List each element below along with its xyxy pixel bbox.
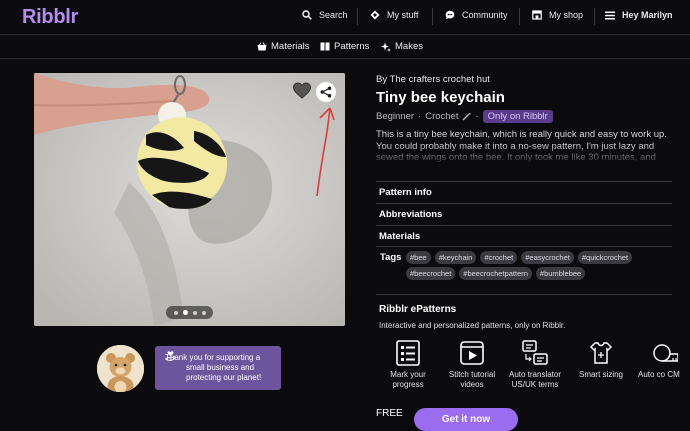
feature-auto-translator: Auto translator US/UK terms [505, 340, 565, 390]
translate-icon [522, 340, 548, 365]
video-icon [460, 341, 484, 365]
tags-section: Tags #bee #keychain #crochet #easycroche… [376, 246, 672, 288]
pattern-author[interactable]: By The crafters crochet hut [376, 74, 490, 85]
tag-chip[interactable]: #bee [406, 251, 431, 264]
carousel-dot[interactable] [173, 310, 178, 315]
chat-bubble-icon [445, 10, 455, 20]
meta-separator: · [475, 111, 479, 122]
checklist-icon [396, 340, 420, 366]
nav-user-menu[interactable]: Hey Marilyn [605, 10, 673, 20]
pattern-info-section[interactable]: Pattern info [376, 181, 672, 203]
subnav-materials-label: Materials [271, 41, 310, 52]
sparkle-icon [381, 42, 391, 52]
tag-chip[interactable]: #crochet [480, 251, 518, 264]
tag-chip[interactable]: #beecrochetpattern [459, 267, 532, 280]
hand-heart-icon [165, 351, 176, 361]
exclusive-badge: Only on Ribblr [482, 110, 553, 123]
pattern-craft: Crochet [425, 111, 459, 122]
feature-smart-sizing: Smart sizing [571, 340, 631, 380]
subnav-makes-label: Makes [395, 41, 423, 52]
feature-label: Auto co CM [638, 370, 680, 379]
pattern-photo[interactable] [34, 73, 345, 326]
get-it-now-button[interactable]: Get it now [414, 408, 518, 431]
hamburger-menu-icon [605, 11, 615, 19]
meta-separator: · [418, 111, 422, 122]
nav-divider [432, 8, 433, 25]
nav-my-shop[interactable]: My shop [532, 10, 583, 20]
tag-chip[interactable]: #bumblebee [535, 267, 586, 280]
annotation-arrow [316, 107, 335, 197]
pattern-meta: Beginner · Crochet · Only on Ribblr [376, 110, 553, 123]
carousel-dots[interactable] [166, 306, 213, 319]
feature-label: Stitch tutorial videos [448, 370, 496, 389]
nav-divider [357, 8, 358, 25]
tag-chip[interactable]: #easycrochet [521, 251, 574, 264]
shop-avatar[interactable] [97, 345, 144, 392]
subnav-patterns[interactable]: Patterns [320, 41, 369, 52]
ribblr-logo[interactable]: Ribblr [22, 6, 78, 29]
nav-search-label: Search [319, 10, 348, 20]
support-message-card: Thank you for supporting a small busines… [155, 346, 281, 390]
feature-auto-convert: Auto co CM [634, 340, 690, 380]
subnav-makes[interactable]: Makes [381, 41, 423, 52]
pattern-level: Beginner [376, 111, 415, 122]
sizing-icon [589, 342, 613, 364]
basket-icon [257, 42, 267, 51]
feature-mark-progress: Mark your progress [378, 340, 438, 390]
heart-icon [292, 82, 312, 99]
bee-keychain-photo [34, 73, 345, 326]
diamond-icon [370, 10, 380, 20]
nav-my-stuff-label: My stuff [387, 10, 419, 20]
crochet-hook-icon [462, 113, 472, 121]
nav-community-label: Community [462, 10, 508, 20]
materials-section[interactable]: Materials [376, 225, 672, 247]
nav-divider [519, 8, 520, 25]
nav-user-label: Hey Marilyn [622, 10, 673, 20]
tag-chip[interactable]: #beecrochet [406, 267, 456, 280]
share-button[interactable] [316, 82, 336, 102]
price-label: FREE [376, 408, 403, 419]
feature-label: Smart sizing [578, 370, 623, 379]
carousel-dot[interactable] [192, 310, 197, 315]
epatterns-subtitle: Interactive and personalized patterns, o… [379, 321, 566, 330]
ruler-icon [653, 344, 678, 362]
category-bar: Materials Patterns Makes [0, 35, 690, 59]
nav-community[interactable]: Community [445, 10, 508, 20]
tag-chip[interactable]: #quickcrochet [577, 251, 633, 264]
feature-stitch-videos: Stitch tutorial videos [442, 340, 502, 390]
feature-label: Auto translator US/UK terms [508, 370, 562, 389]
nav-my-shop-label: My shop [549, 10, 584, 20]
feature-label: Mark your progress [390, 370, 426, 389]
shop-icon [532, 10, 542, 20]
favorite-button[interactable] [292, 81, 312, 101]
nav-my-stuff[interactable]: My stuff [370, 10, 418, 20]
search-icon [302, 10, 312, 20]
epatterns-title: Ribblr ePatterns [379, 304, 457, 315]
share-icon [320, 86, 332, 98]
top-navigation-bar: Ribblr Search My stuff Community My shop… [0, 0, 690, 35]
book-icon [320, 42, 330, 51]
subnav-materials[interactable]: Materials [257, 41, 310, 52]
pattern-title: Tiny bee keychain [376, 89, 505, 106]
section-divider [376, 294, 672, 295]
pattern-description[interactable]: This is a tiny bee keychain, which is re… [376, 129, 676, 163]
abbreviations-section[interactable]: Abbreviations [376, 203, 672, 225]
support-message: Thank you for supporting a small busines… [165, 353, 262, 382]
subnav-patterns-label: Patterns [334, 41, 370, 52]
teddy-bear-icon [97, 345, 144, 392]
nav-divider [594, 8, 595, 25]
tag-chip[interactable]: #keychain [434, 251, 477, 264]
carousel-dot[interactable] [201, 310, 206, 315]
tags-label: Tags [380, 252, 402, 263]
carousel-dot-active[interactable] [182, 310, 188, 315]
nav-search[interactable]: Search [302, 10, 348, 20]
tag-list: #bee #keychain #crochet #easycrochet #qu… [406, 251, 672, 280]
